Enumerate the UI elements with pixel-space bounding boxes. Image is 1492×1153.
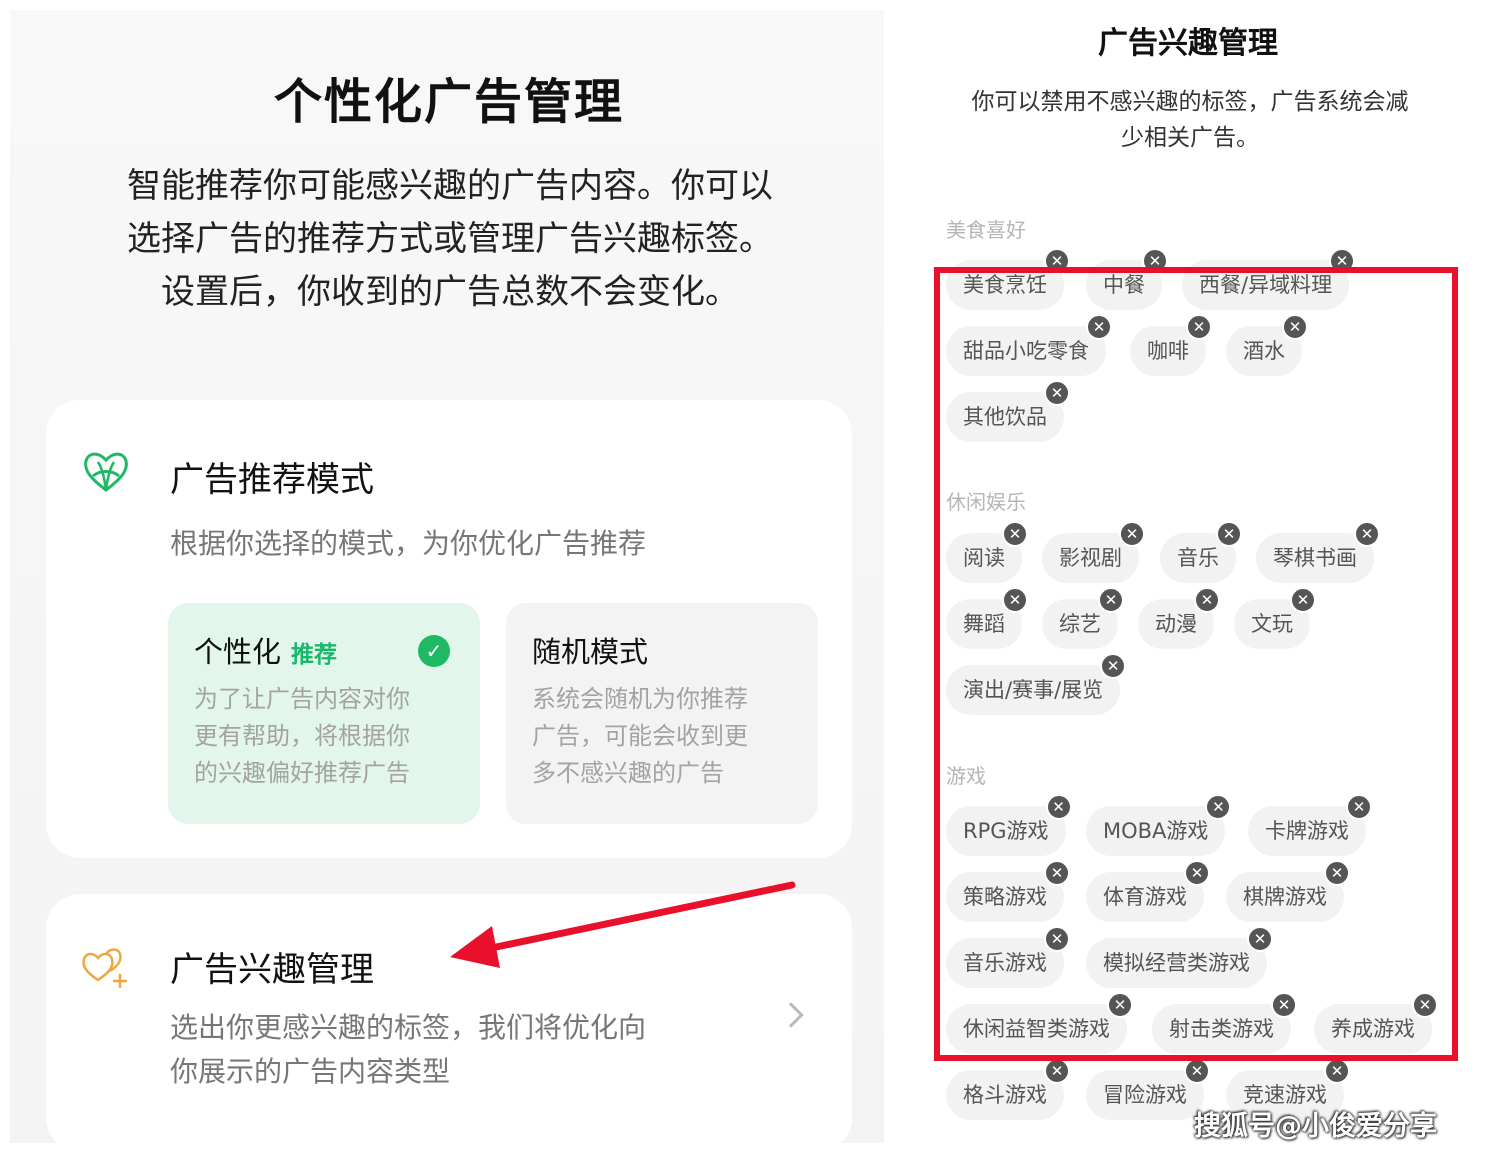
annotation-arrow	[450, 881, 796, 968]
watermark: 搜狐号@小俊爱分享	[1194, 1111, 1437, 1142]
